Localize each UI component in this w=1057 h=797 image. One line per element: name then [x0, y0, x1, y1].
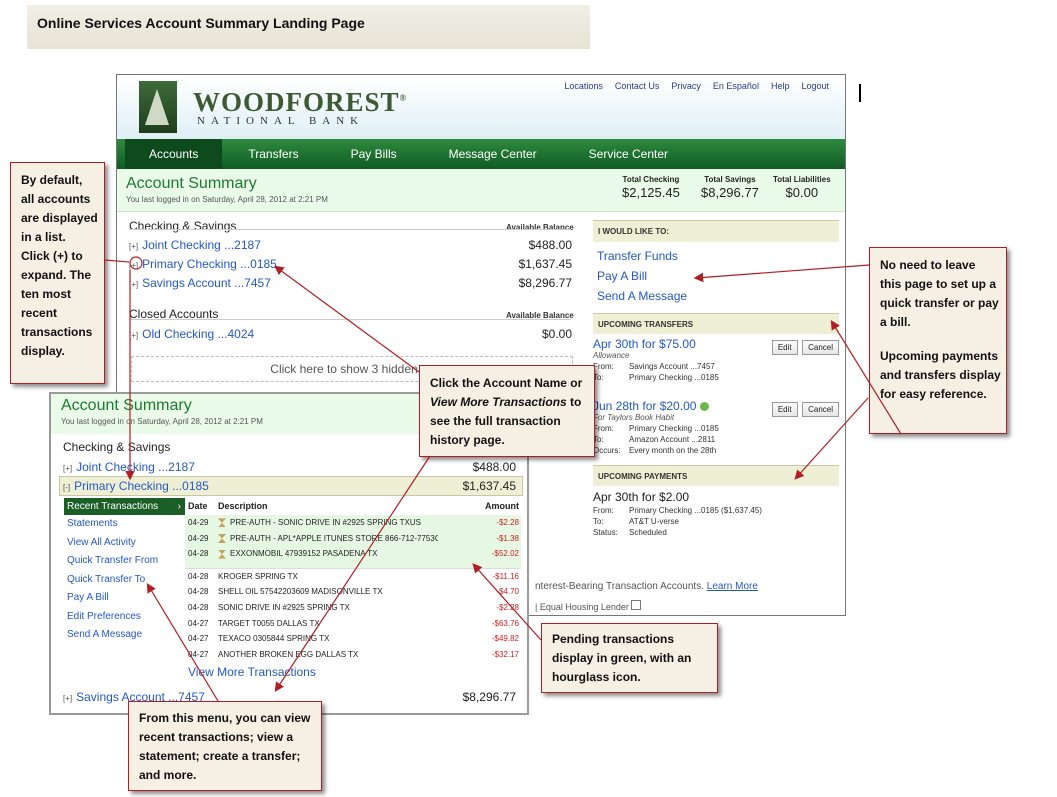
arrow-line [274, 265, 420, 373]
callout-arrows [103, 256, 902, 702]
arrow-line [103, 259, 130, 263]
arrow-line [472, 563, 542, 641]
arrow-line [146, 582, 219, 702]
toggle-highlight-circle [129, 256, 143, 270]
arrow-line [693, 264, 870, 283]
arrow-line [794, 397, 869, 480]
arrow-line [830, 319, 902, 435]
arrow-line [274, 455, 431, 693]
